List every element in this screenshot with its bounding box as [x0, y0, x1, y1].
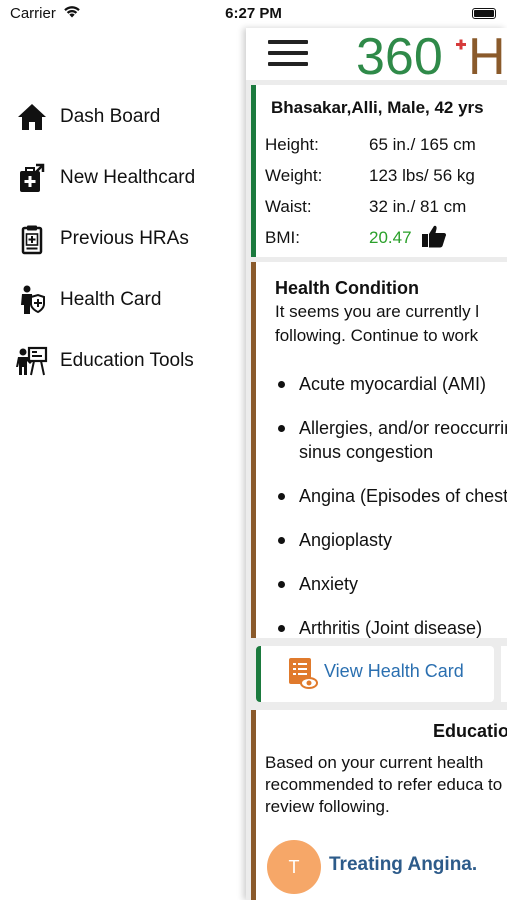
description-line: following. Continue to work	[275, 326, 479, 345]
menu-item-new-healthcard[interactable]: New Healthcard	[0, 156, 240, 200]
menu-item-label: Previous HRAs	[60, 228, 189, 249]
menu-item-label: Education Tools	[60, 350, 194, 371]
waist-label: Waist:	[265, 197, 312, 216]
health-condition-title: Health Condition	[275, 278, 419, 298]
card-accent-bar	[251, 262, 256, 638]
view-health-card-label: View Health Card	[324, 661, 464, 681]
description-line: It seems you are currently l	[275, 302, 480, 321]
menu-item-label: Health Card	[60, 289, 162, 310]
condition-list: Acute myocardial (AMI) Allergies, and/or…	[275, 372, 507, 638]
list-item: Anxiety	[275, 572, 507, 596]
status-bar: Carrier 6:27 PM	[0, 0, 507, 28]
thumbs-up-icon	[422, 225, 446, 248]
menu-item-education-tools[interactable]: Education Tools	[0, 339, 240, 383]
height-label: Height:	[265, 135, 319, 154]
logo-suffix: H	[468, 28, 506, 82]
list-item: Angioplasty	[275, 528, 507, 552]
app-logo: 360 H	[356, 28, 506, 82]
education-topic-link[interactable]: Treating Angina.	[329, 854, 477, 876]
card-accent-bar	[251, 85, 256, 257]
profile-card: Bhasakar,Alli, Male, 42 yrs Height: 65 i…	[251, 85, 507, 257]
menu-item-previous-hras[interactable]: Previous HRAs	[0, 217, 240, 261]
health-card-view-icon	[289, 658, 318, 689]
list-item: Allergies, and/or reoccurring sinus cong…	[275, 416, 507, 464]
clipboard-icon	[21, 225, 43, 255]
topic-avatar: T	[267, 840, 321, 894]
bmi-label: BMI:	[265, 228, 300, 247]
menu-item-label: Dash Board	[60, 106, 161, 127]
card-accent-bar	[256, 646, 261, 702]
hamburger-menu-icon[interactable]	[268, 40, 308, 68]
health-card-person-icon	[21, 285, 45, 314]
new-healthcard-icon	[20, 163, 45, 192]
list-item: Arthritis (Joint disease)	[275, 616, 507, 638]
card-accent-bar	[251, 710, 256, 900]
view-health-card-button[interactable]: View Health Card	[256, 646, 494, 702]
menu-item-dashboard[interactable]: Dash Board	[0, 95, 240, 139]
top-bar: 360 H	[246, 28, 507, 82]
education-description: Based on your current health recommended…	[265, 753, 503, 816]
menu-item-label: New Healthcard	[60, 167, 196, 188]
next-button-partial[interactable]	[501, 646, 507, 702]
health-condition-card: Health Condition It seems you are curren…	[251, 262, 507, 638]
list-item: Angina (Episodes of chest pain)	[275, 484, 507, 508]
weight-label: Weight:	[265, 166, 323, 185]
education-title: Educatio	[433, 721, 507, 741]
health-condition-description: It seems you are currently l following. …	[275, 300, 507, 348]
list-item: Acute myocardial (AMI)	[275, 372, 507, 396]
education-card: Educatio Based on your current health re…	[251, 710, 507, 900]
weight-value: 123 lbs/ 56 kg	[369, 166, 475, 185]
home-icon	[18, 104, 46, 130]
logo-text: 360	[356, 28, 443, 82]
education-tools-icon	[16, 346, 48, 376]
height-value: 65 in./ 165 cm	[369, 135, 476, 154]
menu-item-health-card[interactable]: Health Card	[0, 278, 240, 322]
waist-value: 32 in./ 81 cm	[369, 197, 467, 216]
status-time: 6:27 PM	[225, 5, 282, 22]
patient-name: Bhasakar,Alli, Male, 42 yrs	[271, 98, 484, 117]
main-panel: 360 H Bhasakar,Alli, Male, 42 yrs Height…	[246, 28, 507, 900]
bmi-value: 20.47	[369, 228, 412, 247]
battery-icon	[472, 8, 496, 19]
